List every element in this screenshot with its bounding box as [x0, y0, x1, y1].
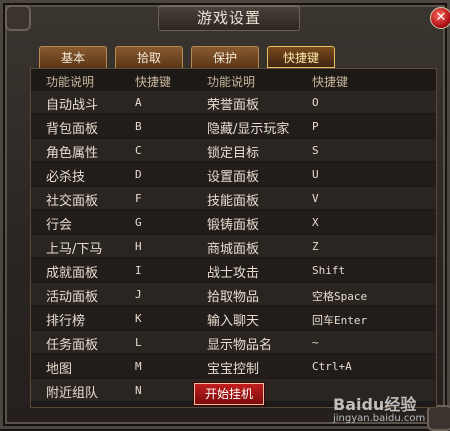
- table-row: 上马/下马 H 商城面板 Z: [31, 235, 436, 257]
- table-row: 排行榜 K 输入聊天 回车Enter: [31, 307, 436, 329]
- function-label: 必杀技: [46, 170, 86, 185]
- hotkey-value: P: [312, 120, 319, 133]
- function-label: 社交面板: [46, 194, 99, 209]
- hotkey-value: M: [135, 360, 142, 373]
- function-label: 荣誉面板: [207, 98, 260, 113]
- hotkey-value: G: [135, 216, 142, 229]
- hotkey-panel: 功能说明 快捷键 功能说明 快捷键 自动战斗 A 荣誉面板 O 背包面板 B 隐藏/显示玩家…: [30, 68, 437, 408]
- watermark-logo: Baidu经验: [333, 395, 417, 414]
- hotkey-value: K: [135, 312, 142, 325]
- table-row: 任务面板 L 显示物品名 ~: [31, 331, 436, 353]
- hotkey-value: D: [135, 168, 142, 181]
- function-label: 背包面板: [46, 122, 99, 137]
- hotkey-value: 回车Enter: [312, 314, 368, 327]
- function-label: 拾取物品: [207, 290, 260, 305]
- header-hotkey-1: 快捷键: [135, 75, 172, 89]
- hotkey-value: 空格Space: [312, 290, 368, 303]
- hotkey-value: Shift: [312, 264, 346, 277]
- hotkey-value: S: [312, 144, 319, 157]
- function-label: 技能面板: [207, 194, 260, 209]
- close-icon[interactable]: ✕: [430, 7, 450, 29]
- table-row: 社交面板 F 技能面板 V: [31, 187, 436, 209]
- hotkey-value: H: [135, 240, 142, 253]
- hotkey-value: C: [135, 144, 142, 157]
- function-label: 隐藏/显示玩家: [207, 122, 290, 137]
- table-row: 必杀技 D 设置面板 U: [31, 163, 436, 185]
- hotkey-value: Z: [312, 240, 319, 253]
- function-label: 商城面板: [207, 242, 260, 257]
- hotkey-value: ~: [312, 336, 319, 349]
- title-bar: 游戏设置 ✕: [3, 3, 450, 33]
- title-plate: 游戏设置: [158, 5, 300, 31]
- function-label: 排行榜: [46, 314, 86, 329]
- window-title: 游戏设置: [196, 9, 261, 27]
- hotkey-value: F: [135, 192, 142, 205]
- table-row: 活动面板 J 拾取物品 空格Space: [31, 283, 436, 305]
- function-label: 行会: [46, 218, 73, 233]
- function-label: 设置面板: [207, 170, 260, 185]
- hotkey-value: L: [135, 336, 142, 349]
- function-label: 任务面板: [46, 338, 99, 353]
- function-label: 输入聊天: [207, 314, 260, 329]
- table-row: 背包面板 B 隐藏/显示玩家 P: [31, 115, 436, 137]
- start-auto-battle-button[interactable]: 开始挂机: [194, 383, 264, 405]
- game-settings-window: 游戏设置 ✕ 基本 拾取 保护 快捷键 功能说明 快捷键 功能说明 快捷键 自动…: [0, 0, 450, 431]
- function-label: 地图: [46, 362, 73, 377]
- hotkey-value: V: [312, 192, 319, 205]
- function-label: 显示物品名: [207, 338, 273, 353]
- function-label: 战士攻击: [207, 266, 260, 281]
- function-label: 上马/下马: [46, 242, 103, 257]
- frame-corner: [427, 405, 450, 431]
- hotkey-value: X: [312, 216, 319, 229]
- header-function-2: 功能说明: [207, 75, 256, 89]
- hotkey-value: A: [135, 96, 142, 109]
- hotkey-value: I: [135, 264, 142, 277]
- table-row: 自动战斗 A 荣誉面板 O: [31, 91, 436, 113]
- hotkey-value: O: [312, 96, 319, 109]
- function-label: 成就面板: [46, 266, 99, 281]
- hotkey-value: U: [312, 168, 319, 181]
- function-label: 宝宝控制: [207, 362, 260, 377]
- hotkey-value: B: [135, 120, 142, 133]
- function-label: 附近组队: [46, 386, 99, 401]
- tab-basic[interactable]: 基本: [39, 46, 107, 68]
- function-label: 角色属性: [46, 146, 99, 161]
- tab-protect[interactable]: 保护: [191, 46, 259, 68]
- tab-pickup[interactable]: 拾取: [115, 46, 183, 68]
- table-row: 行会 G 锻铸面板 X: [31, 211, 436, 233]
- watermark-url: jingyan.baidu.com: [333, 413, 426, 424]
- table-row: 地图 M 宝宝控制 Ctrl+A: [31, 355, 436, 377]
- table-header: 功能说明 快捷键 功能说明 快捷键: [31, 69, 436, 91]
- function-label: 自动战斗: [46, 98, 99, 113]
- hotkey-value: N: [135, 384, 142, 397]
- table-row: 成就面板 I 战士攻击 Shift: [31, 259, 436, 281]
- function-label: 活动面板: [46, 290, 99, 305]
- hotkey-value: Ctrl+A: [312, 360, 352, 373]
- header-hotkey-2: 快捷键: [312, 75, 349, 89]
- function-label: 锁定目标: [207, 146, 260, 161]
- function-label: 锻铸面板: [207, 218, 260, 233]
- table-row: 角色属性 C 锁定目标 S: [31, 139, 436, 161]
- hotkey-value: J: [135, 288, 142, 301]
- tab-hotkeys[interactable]: 快捷键: [267, 46, 335, 68]
- header-function-1: 功能说明: [46, 75, 95, 89]
